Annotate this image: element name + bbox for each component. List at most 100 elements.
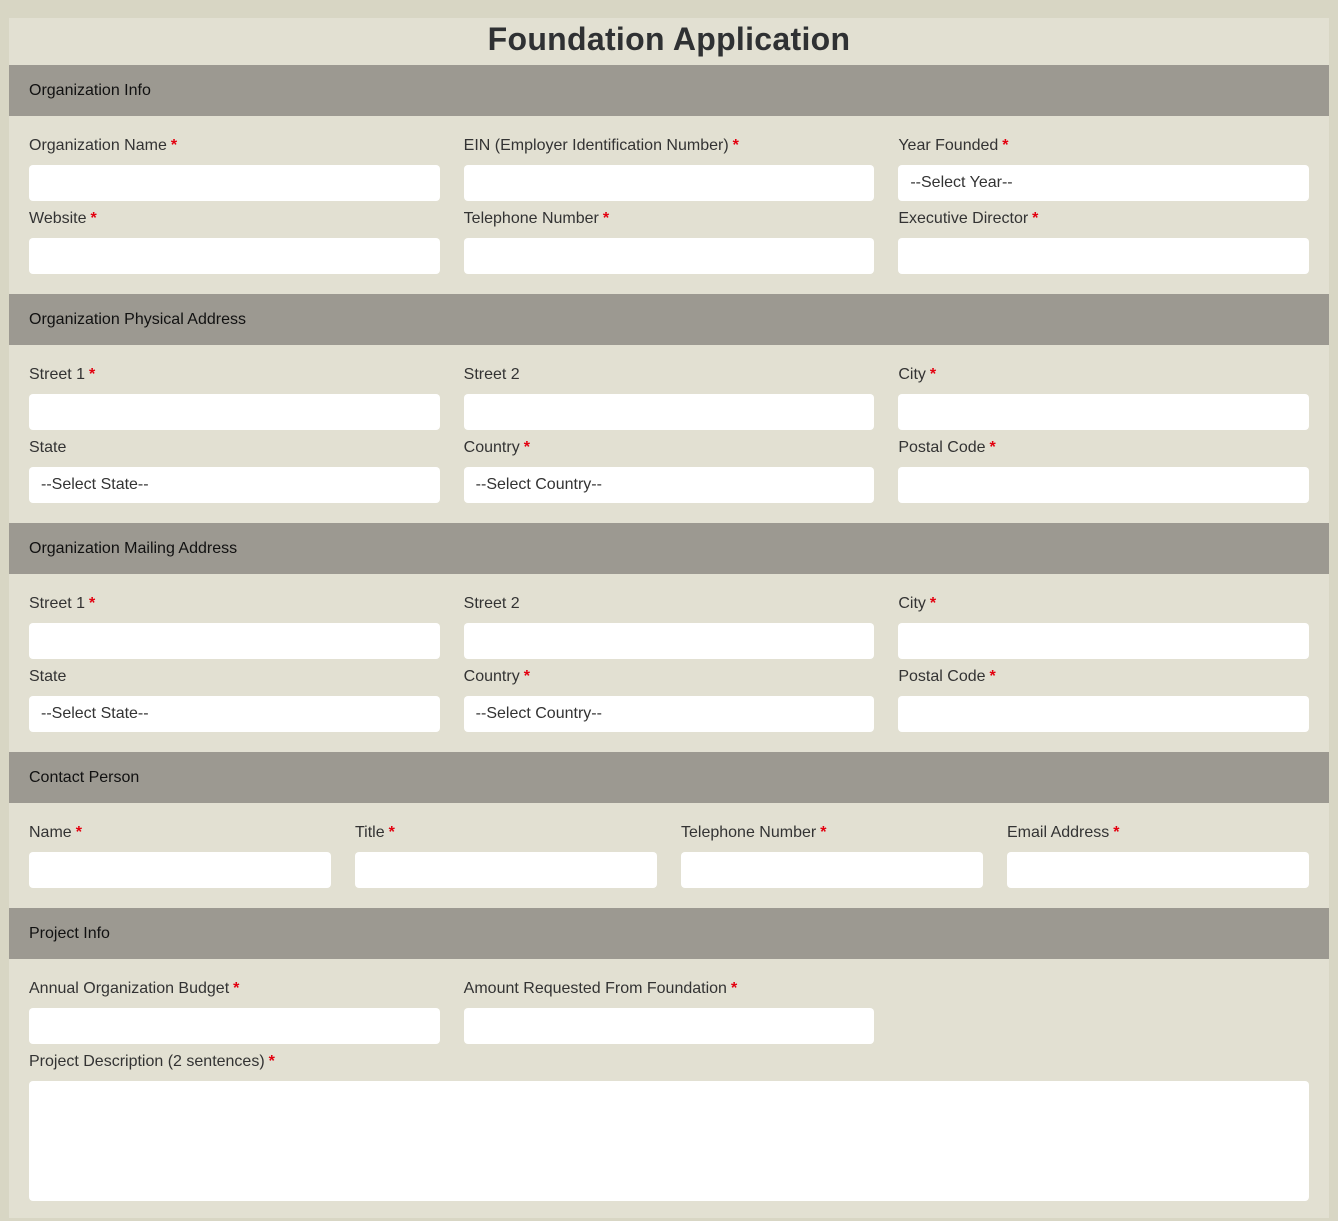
amount-requested-label: Amount Requested From Foundation [463, 980, 727, 997]
executive-director-label: Executive Director [898, 210, 1029, 227]
physical-city-input[interactable] [898, 394, 1310, 430]
project-description-label: Project Description (2 sentences) [29, 1053, 265, 1070]
mailing-state-select[interactable]: --Select State-- [29, 696, 440, 732]
year-founded-select[interactable]: --Select Year-- [898, 165, 1310, 201]
physical-street1-input[interactable] [29, 394, 440, 430]
required-mark: * [523, 668, 530, 685]
mailing-street2-input[interactable] [463, 623, 875, 659]
form-title: Foundation Application [487, 21, 851, 57]
mailing-street1-input[interactable] [29, 623, 440, 659]
contact-telephone-field: Telephone Number * [681, 823, 983, 888]
mailing-street2-label: Street 2 [463, 595, 520, 612]
physical-country-field: Country * --Select Country-- [463, 438, 875, 503]
amount-requested-field: Amount Requested From Foundation * [463, 979, 875, 1044]
ein-field: EIN (Employer Identification Number) * [463, 136, 875, 201]
mailing-street2-field: Street 2 [463, 594, 875, 659]
contact-title-input[interactable] [355, 852, 657, 888]
contact-telephone-input[interactable] [681, 852, 983, 888]
physical-postal-input[interactable] [898, 467, 1310, 503]
section-organization-info: Organization Name * EIN (Employer Identif… [9, 116, 1329, 294]
physical-city-field: City * [898, 365, 1310, 430]
mailing-city-label: City [898, 595, 926, 612]
section-header-mailing-address: Organization Mailing Address [9, 523, 1329, 574]
required-mark: * [989, 668, 996, 685]
mailing-country-label: Country [463, 668, 520, 685]
mailing-street1-label: Street 1 [29, 595, 86, 612]
mailing-country-select[interactable]: --Select Country-- [463, 696, 875, 732]
section-physical-address: Street 1 * Street 2 City * State --Select … [9, 345, 1329, 523]
contact-title-field: Title * [355, 823, 657, 888]
required-mark: * [1002, 137, 1009, 154]
required-mark: * [268, 1053, 275, 1070]
ein-input[interactable] [463, 165, 875, 201]
section-header-physical-address: Organization Physical Address [9, 294, 1329, 345]
mailing-state-label: State [29, 668, 67, 685]
physical-street2-label: Street 2 [463, 366, 520, 383]
physical-street1-label: Street 1 [29, 366, 86, 383]
contact-title-label: Title [355, 824, 385, 841]
budget-input[interactable] [29, 1008, 440, 1044]
physical-street1-field: Street 1 * [29, 365, 440, 430]
required-mark: * [989, 439, 996, 456]
org-telephone-field: Telephone Number * [463, 209, 875, 274]
required-mark: * [90, 210, 97, 227]
org-telephone-input[interactable] [463, 238, 875, 274]
required-mark: * [75, 824, 82, 841]
mailing-country-field: Country * --Select Country-- [463, 667, 875, 732]
amount-requested-input[interactable] [463, 1008, 875, 1044]
physical-state-field: State --Select State-- [29, 438, 440, 503]
mailing-state-field: State --Select State-- [29, 667, 440, 732]
required-mark: * [602, 210, 610, 227]
section-header-contact-person: Contact Person [9, 752, 1329, 803]
physical-country-select[interactable]: --Select Country-- [463, 467, 875, 503]
org-name-field: Organization Name * [29, 136, 440, 201]
contact-email-label: Email Address [1007, 824, 1110, 841]
contact-name-field: Name * [29, 823, 331, 888]
website-field: Website * [29, 209, 440, 274]
mailing-postal-input[interactable] [898, 696, 1310, 732]
org-name-input[interactable] [29, 165, 440, 201]
contact-name-input[interactable] [29, 852, 331, 888]
required-mark: * [523, 439, 530, 456]
physical-country-label: Country [463, 439, 520, 456]
mailing-street1-field: Street 1 * [29, 594, 440, 659]
required-mark: * [730, 980, 738, 997]
physical-state-select[interactable]: --Select State-- [29, 467, 440, 503]
contact-telephone-label: Telephone Number [681, 824, 817, 841]
physical-street2-field: Street 2 [463, 365, 875, 430]
project-description-field: Project Description (2 sentences) * [29, 1052, 1309, 1201]
org-telephone-label: Telephone Number [463, 210, 599, 227]
section-header-organization-info: Organization Info [9, 65, 1329, 116]
required-mark: * [1032, 210, 1039, 227]
mailing-postal-field: Postal Code * [898, 667, 1310, 732]
required-mark: * [929, 595, 937, 612]
contact-email-input[interactable] [1007, 852, 1309, 888]
required-mark: * [233, 980, 240, 997]
mailing-city-field: City * [898, 594, 1310, 659]
contact-email-field: Email Address * [1007, 823, 1309, 888]
budget-label: Annual Organization Budget [29, 980, 230, 997]
physical-street2-input[interactable] [463, 394, 875, 430]
required-mark: * [388, 824, 395, 841]
budget-field: Annual Organization Budget * [29, 979, 440, 1044]
year-founded-label: Year Founded [898, 137, 999, 154]
section-header-project-info: Project Info [9, 908, 1329, 959]
physical-postal-field: Postal Code * [898, 438, 1310, 503]
project-description-textarea[interactable] [29, 1081, 1309, 1201]
website-input[interactable] [29, 238, 440, 274]
executive-director-field: Executive Director * [898, 209, 1310, 274]
website-label: Website [29, 210, 87, 227]
required-mark: * [732, 137, 739, 154]
physical-city-label: City [898, 366, 926, 383]
required-mark: * [929, 366, 937, 383]
executive-director-input[interactable] [898, 238, 1310, 274]
required-mark: * [820, 824, 827, 841]
mailing-city-input[interactable] [898, 623, 1310, 659]
required-mark: * [89, 595, 96, 612]
physical-state-label: State [29, 439, 67, 456]
section-mailing-address: Street 1 * Street 2 City * State --Select … [9, 574, 1329, 752]
application-form: Foundation Application Organization Info… [9, 18, 1329, 1218]
org-name-label: Organization Name [29, 137, 167, 154]
year-founded-field: Year Founded * --Select Year-- [898, 136, 1310, 201]
mailing-postal-label: Postal Code [898, 668, 986, 685]
